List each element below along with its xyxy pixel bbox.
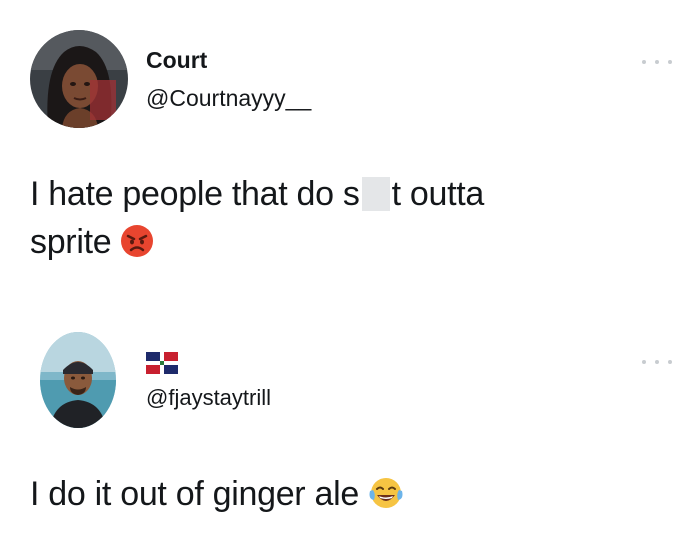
tweet-text-part: sprite — [30, 223, 112, 261]
face-with-tears-of-joy-icon — [367, 475, 405, 524]
tweet-text-part: t outta — [391, 175, 485, 213]
display-name[interactable]: Court — [146, 47, 207, 74]
avatar[interactable] — [40, 332, 116, 428]
tweet-fjaystaytrill: @fjaystaytrill I do it out of ginger ale — [0, 300, 700, 555]
tweet-text: I hate people that do s t outta sprite — [30, 170, 670, 272]
dot-icon — [642, 360, 646, 364]
more-options-button[interactable] — [642, 56, 672, 68]
dot-icon — [655, 360, 659, 364]
dot-icon — [668, 60, 672, 64]
avatar[interactable] — [30, 30, 128, 128]
tweet-text-part: I do it out of ginger ale — [30, 475, 359, 513]
user-handle[interactable]: @fjaystaytrill — [146, 385, 271, 411]
user-handle[interactable]: @Courtnayyy__ — [146, 85, 311, 112]
tweet-text: I do it out of ginger ale — [30, 470, 670, 524]
more-options-button[interactable] — [642, 356, 672, 368]
dot-icon — [655, 60, 659, 64]
tweet-court: Court @Courtnayyy__ I hate people that d… — [0, 0, 700, 300]
dot-icon — [668, 360, 672, 364]
tweet-text-part: I hate people that do s — [30, 175, 360, 213]
dominican-republic-flag-icon — [146, 352, 178, 379]
dot-icon — [642, 60, 646, 64]
angry-face-icon — [119, 223, 155, 272]
censor-block — [361, 177, 390, 211]
